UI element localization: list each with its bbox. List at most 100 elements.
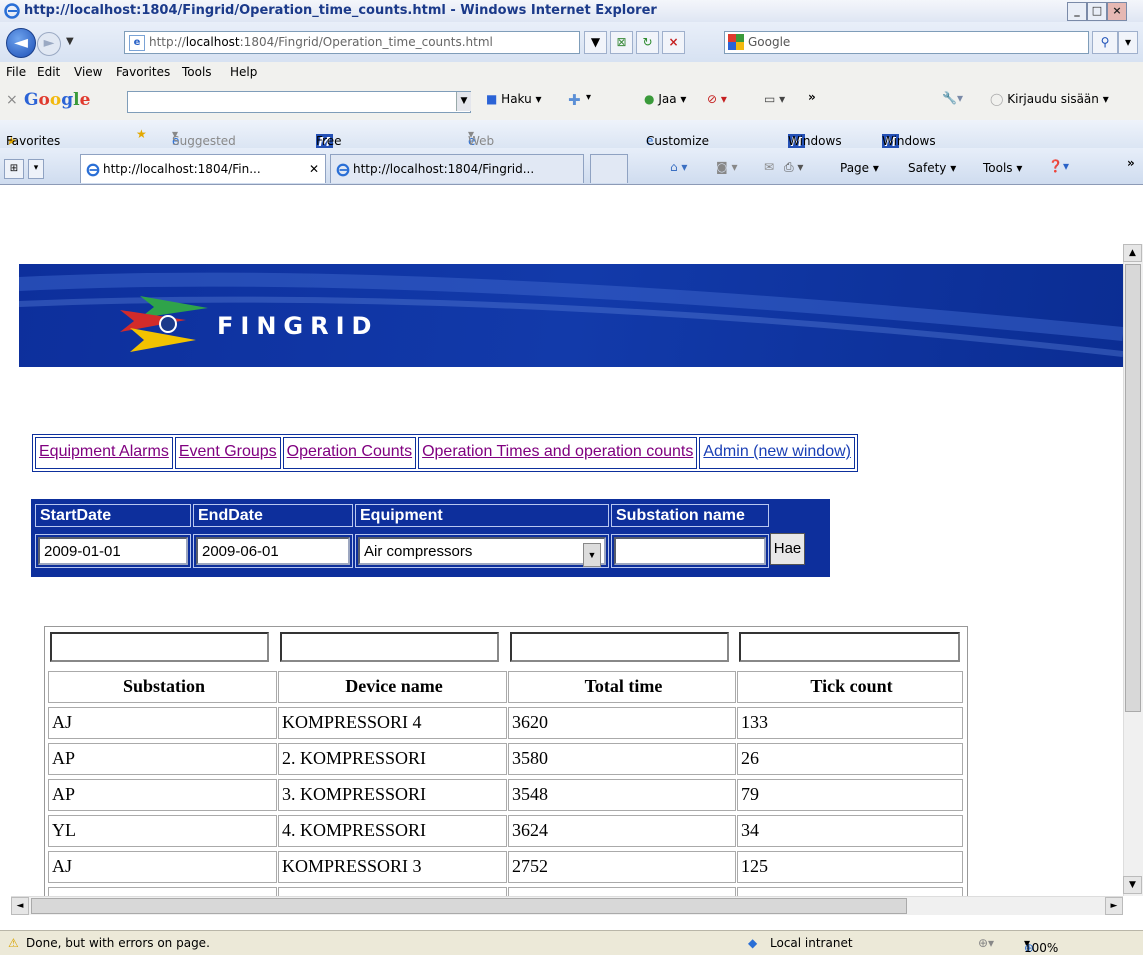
- jaa-button[interactable]: ● Jaa ▾: [644, 92, 686, 106]
- close-tab-icon[interactable]: ✕: [309, 155, 319, 183]
- maximize-button[interactable]: □: [1087, 2, 1107, 21]
- nav-operation-times[interactable]: Operation Times and operation counts: [418, 437, 698, 469]
- menu-edit[interactable]: Edit: [37, 65, 60, 79]
- nav-admin[interactable]: Admin (new window): [699, 437, 855, 469]
- zoom-level[interactable]: ⊕ 100% ▾: [1024, 936, 1058, 955]
- cell-substation: AJ: [48, 851, 277, 883]
- menu-tools[interactable]: Tools: [182, 65, 212, 79]
- signin-button[interactable]: ◯ Kirjaudu sisään ▾: [990, 92, 1109, 106]
- cell-tick-count: 34: [737, 815, 963, 847]
- google-toolbar: × Google ▼ ■ Haku ▾ ✚ ▾ ● Jaa ▾ ⊘ ▾ ▭ ▾ …: [0, 82, 1143, 121]
- url-prefix: http://: [149, 35, 186, 49]
- filter-total-time-input[interactable]: [510, 632, 729, 662]
- select-arrow-icon[interactable]: ▼: [583, 543, 601, 567]
- wrench-icon[interactable]: 🔧▾: [942, 91, 963, 105]
- col-total-time-header[interactable]: Total time: [508, 671, 736, 703]
- forward-button[interactable]: ►: [37, 32, 61, 56]
- scroll-up-button[interactable]: ▲: [1123, 244, 1142, 262]
- suggested-sites-link[interactable]: e Suggested Sites ▾: [172, 127, 236, 162]
- help-icon[interactable]: ❓▾: [1048, 159, 1069, 173]
- page-menu[interactable]: Page ▾: [840, 161, 879, 175]
- address-dropdown-button[interactable]: ▼: [584, 31, 607, 54]
- filter-device-input[interactable]: [280, 632, 499, 662]
- new-tab-button[interactable]: [590, 154, 628, 183]
- tab-list-icon[interactable]: ▾: [28, 159, 44, 179]
- filter-tick-count-input[interactable]: [739, 632, 960, 662]
- intranet-icon: ◆: [748, 936, 758, 950]
- popup-blocker-icon[interactable]: ⊘ ▾: [707, 92, 727, 106]
- mail-icon[interactable]: ✉: [764, 160, 774, 174]
- cell-device: 4. KOMPRESSORI: [278, 815, 507, 847]
- horizontal-scrollbar[interactable]: ◄ ►: [11, 896, 1123, 915]
- hae-button[interactable]: Hae: [770, 533, 805, 565]
- add-favorites-icon[interactable]: ★: [136, 127, 147, 141]
- web-slice-gallery-link[interactable]: e Web Slice Gallery ▾: [468, 127, 511, 176]
- tools-menu[interactable]: Tools ▾: [983, 161, 1022, 175]
- cell-total-time: 3624: [508, 815, 736, 847]
- menu-view[interactable]: View: [74, 65, 102, 79]
- vertical-scroll-thumb[interactable]: [1125, 264, 1141, 712]
- nav-operation-counts[interactable]: Operation Counts: [282, 437, 417, 469]
- col-substation-header[interactable]: Substation: [48, 671, 277, 703]
- minimize-button[interactable]: _: [1067, 2, 1087, 21]
- vertical-scrollbar[interactable]: [1123, 244, 1143, 896]
- substation-input[interactable]: [614, 537, 766, 565]
- scroll-right-button[interactable]: ►: [1105, 897, 1123, 915]
- col-device-header[interactable]: Device name: [278, 671, 507, 703]
- warning-icon[interactable]: ⚠: [8, 936, 19, 950]
- tab-inactive[interactable]: http://localhost:1804/Fingrid...: [330, 154, 584, 183]
- cell-substation: AP: [48, 743, 277, 775]
- cell-total-time: 3620: [508, 707, 736, 739]
- print-icon[interactable]: ⎙ ▾: [784, 160, 803, 175]
- fingrid-wordmark: FINGRID: [217, 312, 379, 340]
- search-options-button[interactable]: ▾: [1118, 31, 1138, 54]
- safety-menu[interactable]: Safety ▾: [908, 161, 956, 175]
- filter-substation-input[interactable]: [50, 632, 269, 662]
- ie-logo-icon: [4, 3, 20, 19]
- menu-file[interactable]: File: [6, 65, 26, 79]
- equipment-cell: Air compressors ▼: [355, 534, 609, 568]
- compatibility-view-icon[interactable]: ⊠: [610, 31, 633, 54]
- col-tick-count-header[interactable]: Tick count: [737, 671, 963, 703]
- cell-device: 3. KOMPRESSORI: [278, 779, 507, 811]
- home-icon[interactable]: ⌂ ▾: [670, 160, 687, 174]
- favorites-bar: ★ Favorites ★ e Suggested Sites ▾ MFree …: [0, 120, 1143, 176]
- end-date-input[interactable]: 2009-06-01: [196, 537, 350, 565]
- back-button[interactable]: ◄: [6, 28, 36, 58]
- stop-icon[interactable]: ×: [662, 31, 685, 54]
- haku-button[interactable]: ■ Haku ▾: [486, 92, 542, 106]
- url-rest: :1804/Fingrid/Operation_time_counts.html: [239, 35, 493, 49]
- more-chevron-icon[interactable]: »: [808, 90, 816, 104]
- protected-mode-icon[interactable]: ⊕▾: [978, 936, 994, 950]
- search-button[interactable]: ⚲: [1092, 31, 1118, 54]
- scroll-left-button[interactable]: ◄: [11, 897, 29, 915]
- scroll-down-button[interactable]: ▼: [1123, 876, 1142, 894]
- nav-equipment-alarms[interactable]: Equipment Alarms: [35, 437, 173, 469]
- google-search-icon: [728, 34, 744, 50]
- close-toolbar-icon[interactable]: ×: [6, 92, 18, 108]
- nav-event-groups[interactable]: Event Groups: [174, 437, 281, 469]
- feeds-icon[interactable]: ◙ ▾: [716, 160, 737, 174]
- google-search-dropdown[interactable]: ▼: [456, 92, 471, 111]
- plus-dropdown-icon[interactable]: ▾: [586, 92, 591, 103]
- menu-help[interactable]: Help: [230, 65, 257, 79]
- history-dropdown-icon[interactable]: ▼: [66, 36, 74, 47]
- menu-favorites[interactable]: Favorites: [116, 65, 170, 79]
- close-window-button[interactable]: ×: [1107, 2, 1127, 21]
- navigation-bar: ◄ ► ▼ e http://localhost:1804/Fingrid/Ope…: [0, 22, 1143, 62]
- refresh-icon[interactable]: ↻: [636, 31, 659, 54]
- cell-substation: YL: [48, 815, 277, 847]
- window-icon[interactable]: ▭ ▾: [764, 92, 785, 106]
- start-date-input[interactable]: 2009-01-01: [38, 537, 188, 565]
- command-chevron-icon[interactable]: »: [1127, 156, 1135, 170]
- equipment-select[interactable]: Air compressors ▼: [358, 537, 606, 567]
- quick-tabs-icon[interactable]: ⊞: [4, 159, 24, 179]
- google-search-input[interactable]: [127, 91, 471, 113]
- plus-icon[interactable]: ✚: [568, 91, 581, 109]
- tab-active[interactable]: http://localhost:1804/Fin... ✕: [80, 154, 326, 183]
- address-bar[interactable]: e http://localhost:1804/Fingrid/Operation…: [124, 31, 580, 54]
- horizontal-scroll-thumb[interactable]: [31, 898, 907, 914]
- fingrid-logo-icon: [120, 296, 208, 352]
- cell-device: KOMPRESSORI 4: [278, 707, 507, 739]
- search-box[interactable]: Google: [724, 31, 1089, 54]
